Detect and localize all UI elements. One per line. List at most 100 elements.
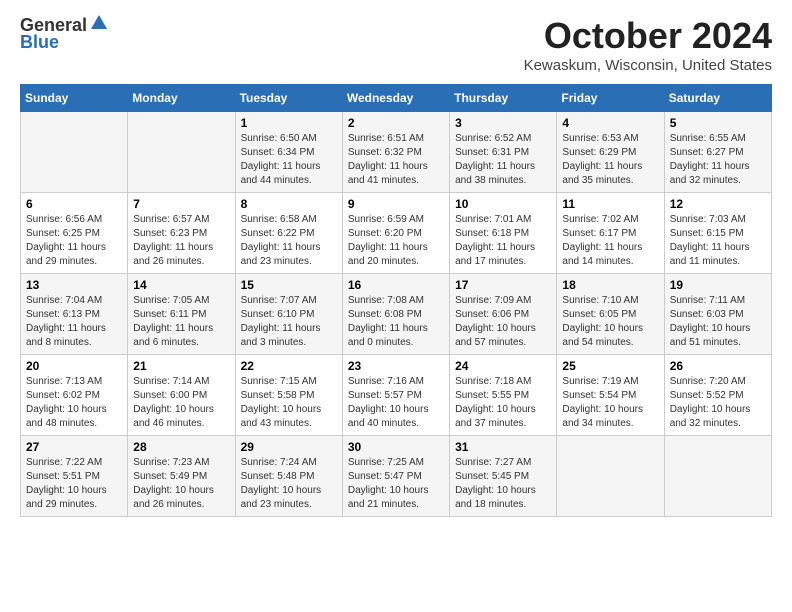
day-number: 4 — [562, 116, 658, 130]
day-info: Sunrise: 6:58 AM Sunset: 6:22 PM Dayligh… — [241, 213, 337, 269]
day-number: 16 — [348, 278, 444, 292]
day-number: 27 — [26, 440, 122, 454]
day-number: 19 — [670, 278, 766, 292]
day-info: Sunrise: 7:07 AM Sunset: 6:10 PM Dayligh… — [241, 294, 337, 350]
calendar-cell: 17Sunrise: 7:09 AM Sunset: 6:06 PM Dayli… — [450, 274, 557, 355]
day-info: Sunrise: 7:20 AM Sunset: 5:52 PM Dayligh… — [670, 375, 766, 431]
calendar-cell: 25 Sunrise: 7:19 AM Sunset: 5:54 PM Dayli… — [557, 355, 664, 436]
day-number: 1 — [241, 116, 337, 130]
day-info: Sunrise: 7:04 AM Sunset: 6:13 PM Dayligh… — [26, 294, 122, 350]
day-info: Sunrise: 6:50 AM Sunset: 6:34 PM Dayligh… — [241, 132, 337, 188]
day-number: 25 — [562, 359, 658, 373]
day-info: Sunrise: 7:14 AM Sunset: 6:00 PM Dayligh… — [133, 375, 229, 431]
day-info: Sunrise: 7:13 AM Sunset: 6:02 PM Dayligh… — [26, 375, 122, 431]
day-number: 31 — [455, 440, 551, 454]
day-number: 14 — [133, 278, 229, 292]
calendar-week-row: 1 Sunrise: 6:50 AM Sunset: 6:34 PM Daylig… — [21, 112, 772, 193]
day-number: 18 — [562, 278, 658, 292]
calendar-week-row: 6Sunrise: 6:56 AM Sunset: 6:25 PM Daylig… — [21, 193, 772, 274]
title-area: October 2024 Kewaskum, Wisconsin, United… — [524, 15, 772, 74]
calendar-cell: 21Sunrise: 7:14 AM Sunset: 6:00 PM Dayli… — [128, 355, 235, 436]
calendar-week-row: 27 Sunrise: 7:22 AM Sunset: 5:51 PM Dayli… — [21, 436, 772, 517]
calendar-cell: 9 Sunrise: 6:59 AM Sunset: 6:20 PM Daylig… — [342, 193, 449, 274]
calendar-cell: 4 Sunrise: 6:53 AM Sunset: 6:29 PM Daylig… — [557, 112, 664, 193]
day-number: 3 — [455, 116, 551, 130]
day-header-wednesday: Wednesday — [342, 85, 449, 112]
day-info: Sunrise: 7:10 AM Sunset: 6:05 PM Dayligh… — [562, 294, 658, 350]
calendar-cell: 31 Sunrise: 7:27 AM Sunset: 5:45 PM Dayli… — [450, 436, 557, 517]
day-number: 29 — [241, 440, 337, 454]
calendar-cell: 29 Sunrise: 7:24 AM Sunset: 5:48 PM Dayli… — [235, 436, 342, 517]
day-info: Sunrise: 6:55 AM Sunset: 6:27 PM Dayligh… — [670, 132, 766, 188]
calendar-cell — [21, 112, 128, 193]
calendar-cell: 6Sunrise: 6:56 AM Sunset: 6:25 PM Daylig… — [21, 193, 128, 274]
calendar-header-row: SundayMondayTuesdayWednesdayThursdayFrid… — [21, 85, 772, 112]
day-number: 23 — [348, 359, 444, 373]
calendar-cell: 5 Sunrise: 6:55 AM Sunset: 6:27 PM Daylig… — [664, 112, 771, 193]
logo-blue-text: Blue — [20, 32, 59, 53]
day-info: Sunrise: 7:02 AM Sunset: 6:17 PM Dayligh… — [562, 213, 658, 269]
day-info: Sunrise: 7:16 AM Sunset: 5:57 PM Dayligh… — [348, 375, 444, 431]
day-number: 9 — [348, 197, 444, 211]
calendar-cell: 27 Sunrise: 7:22 AM Sunset: 5:51 PM Dayli… — [21, 436, 128, 517]
day-number: 8 — [241, 197, 337, 211]
day-number: 5 — [670, 116, 766, 130]
calendar-cell: 19 Sunrise: 7:11 AM Sunset: 6:03 PM Dayli… — [664, 274, 771, 355]
day-info: Sunrise: 7:22 AM Sunset: 5:51 PM Dayligh… — [26, 456, 122, 512]
day-number: 17 — [455, 278, 551, 292]
calendar-cell: 28Sunrise: 7:23 AM Sunset: 5:49 PM Dayli… — [128, 436, 235, 517]
calendar-cell: 14 Sunrise: 7:05 AM Sunset: 6:11 PM Dayli… — [128, 274, 235, 355]
logo: General Blue — [20, 15, 108, 53]
page-header: General Blue October 2024 Kewaskum, Wisc… — [20, 15, 772, 74]
day-number: 13 — [26, 278, 122, 292]
calendar-cell: 30 Sunrise: 7:25 AM Sunset: 5:47 PM Dayli… — [342, 436, 449, 517]
day-number: 12 — [670, 197, 766, 211]
day-header-thursday: Thursday — [450, 85, 557, 112]
logo-triangle-icon — [90, 13, 108, 36]
day-info: Sunrise: 7:23 AM Sunset: 5:49 PM Dayligh… — [133, 456, 229, 512]
day-header-friday: Friday — [557, 85, 664, 112]
day-info: Sunrise: 6:51 AM Sunset: 6:32 PM Dayligh… — [348, 132, 444, 188]
day-info: Sunrise: 6:52 AM Sunset: 6:31 PM Dayligh… — [455, 132, 551, 188]
day-info: Sunrise: 7:19 AM Sunset: 5:54 PM Dayligh… — [562, 375, 658, 431]
calendar-cell: 16 Sunrise: 7:08 AM Sunset: 6:08 PM Dayli… — [342, 274, 449, 355]
calendar-cell: 20 Sunrise: 7:13 AM Sunset: 6:02 PM Dayli… — [21, 355, 128, 436]
day-number: 30 — [348, 440, 444, 454]
day-info: Sunrise: 7:01 AM Sunset: 6:18 PM Dayligh… — [455, 213, 551, 269]
calendar-cell: 12Sunrise: 7:03 AM Sunset: 6:15 PM Dayli… — [664, 193, 771, 274]
day-number: 7 — [133, 197, 229, 211]
calendar-cell: 8 Sunrise: 6:58 AM Sunset: 6:22 PM Daylig… — [235, 193, 342, 274]
calendar-cell: 13 Sunrise: 7:04 AM Sunset: 6:13 PM Dayli… — [21, 274, 128, 355]
calendar-cell: 3 Sunrise: 6:52 AM Sunset: 6:31 PM Daylig… — [450, 112, 557, 193]
day-info: Sunrise: 6:57 AM Sunset: 6:23 PM Dayligh… — [133, 213, 229, 269]
calendar-cell: 10 Sunrise: 7:01 AM Sunset: 6:18 PM Dayli… — [450, 193, 557, 274]
calendar-cell: 7 Sunrise: 6:57 AM Sunset: 6:23 PM Daylig… — [128, 193, 235, 274]
day-info: Sunrise: 7:05 AM Sunset: 6:11 PM Dayligh… — [133, 294, 229, 350]
calendar-table: SundayMondayTuesdayWednesdayThursdayFrid… — [20, 84, 772, 517]
day-info: Sunrise: 7:27 AM Sunset: 5:45 PM Dayligh… — [455, 456, 551, 512]
day-header-tuesday: Tuesday — [235, 85, 342, 112]
day-info: Sunrise: 7:08 AM Sunset: 6:08 PM Dayligh… — [348, 294, 444, 350]
day-number: 24 — [455, 359, 551, 373]
calendar-week-row: 20 Sunrise: 7:13 AM Sunset: 6:02 PM Dayli… — [21, 355, 772, 436]
day-info: Sunrise: 7:18 AM Sunset: 5:55 PM Dayligh… — [455, 375, 551, 431]
day-info: Sunrise: 6:59 AM Sunset: 6:20 PM Dayligh… — [348, 213, 444, 269]
day-number: 20 — [26, 359, 122, 373]
month-title: October 2024 — [524, 15, 772, 57]
calendar-week-row: 13 Sunrise: 7:04 AM Sunset: 6:13 PM Dayli… — [21, 274, 772, 355]
day-info: Sunrise: 7:25 AM Sunset: 5:47 PM Dayligh… — [348, 456, 444, 512]
day-info: Sunrise: 7:11 AM Sunset: 6:03 PM Dayligh… — [670, 294, 766, 350]
day-info: Sunrise: 6:53 AM Sunset: 6:29 PM Dayligh… — [562, 132, 658, 188]
calendar-cell: 11Sunrise: 7:02 AM Sunset: 6:17 PM Dayli… — [557, 193, 664, 274]
calendar-cell — [128, 112, 235, 193]
calendar-cell: 24 Sunrise: 7:18 AM Sunset: 5:55 PM Dayli… — [450, 355, 557, 436]
day-number: 10 — [455, 197, 551, 211]
day-number: 6 — [26, 197, 122, 211]
day-info: Sunrise: 7:15 AM Sunset: 5:58 PM Dayligh… — [241, 375, 337, 431]
calendar-cell: 18 Sunrise: 7:10 AM Sunset: 6:05 PM Dayli… — [557, 274, 664, 355]
calendar-cell: 22Sunrise: 7:15 AM Sunset: 5:58 PM Dayli… — [235, 355, 342, 436]
location-text: Kewaskum, Wisconsin, United States — [524, 57, 772, 74]
day-header-monday: Monday — [128, 85, 235, 112]
day-info: Sunrise: 7:24 AM Sunset: 5:48 PM Dayligh… — [241, 456, 337, 512]
calendar-cell — [664, 436, 771, 517]
